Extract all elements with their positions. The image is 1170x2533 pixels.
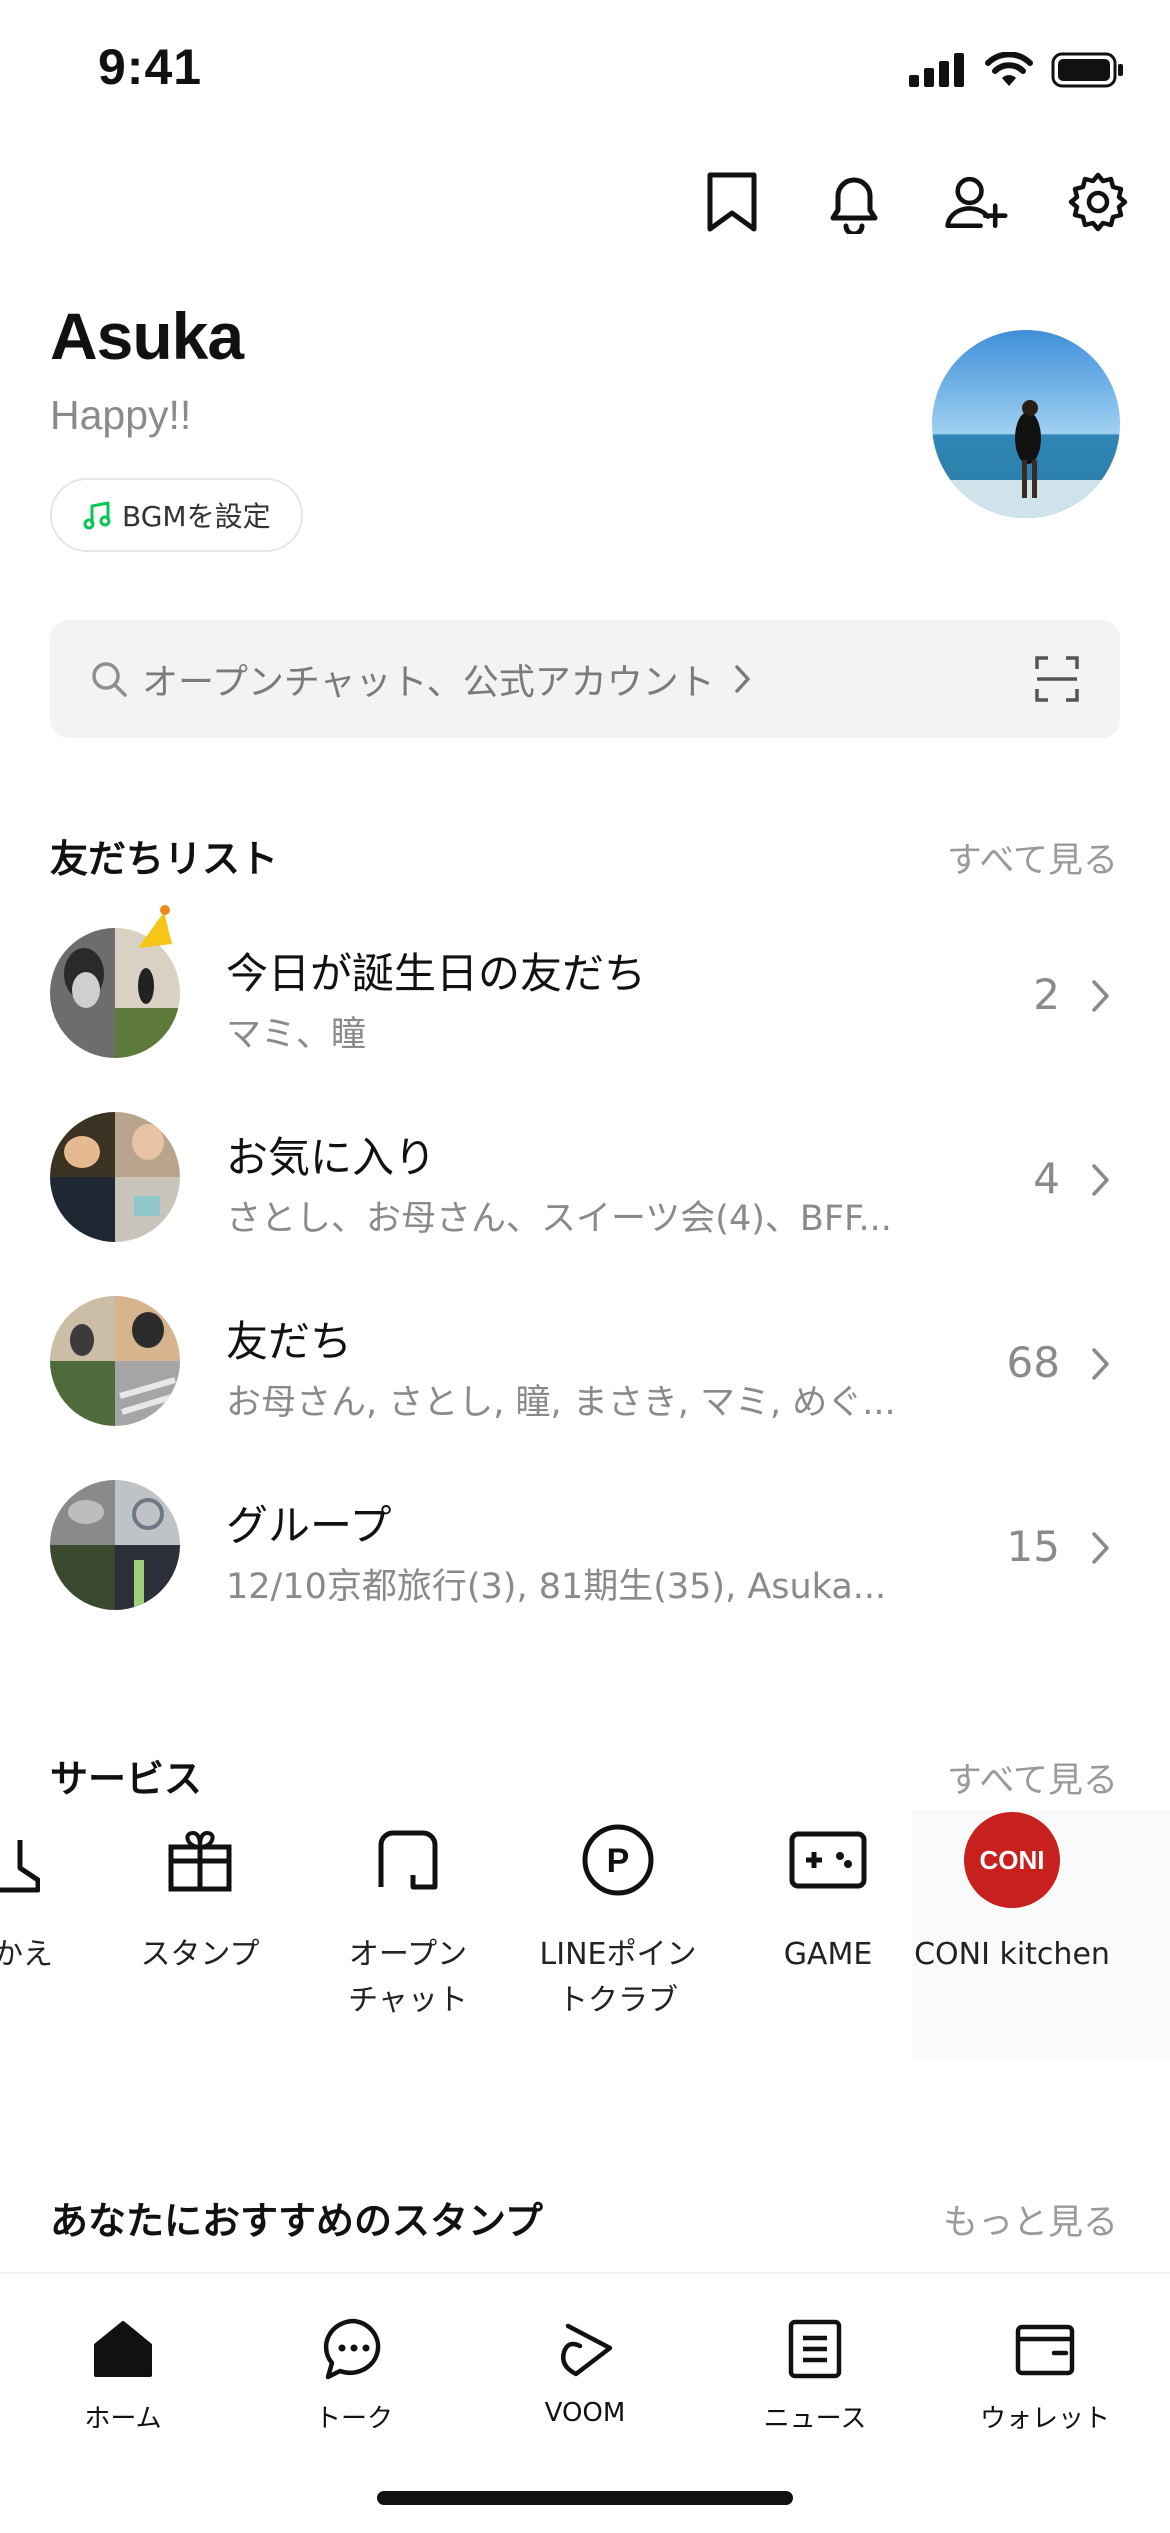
service-item-stamp[interactable]: スタンプ — [95, 1810, 305, 1978]
home-screen: 9:41 Asuka Happy!! BGMを設定 オープンチャット、公式アカウ… — [0, 0, 1170, 2533]
battery-icon — [1051, 52, 1123, 88]
game-controller-icon — [789, 1831, 867, 1889]
service-label-line: LINEポイン — [539, 1937, 697, 1972]
friend-row-count: 2 — [1033, 970, 1060, 1019]
tab-label: トーク — [314, 2404, 393, 2434]
friends-thumbnail — [50, 1296, 180, 1426]
home-icon — [94, 2321, 152, 2377]
service-label: GAME — [783, 1937, 873, 1972]
service-item-line-points[interactable]: P LINEポイン トクラブ — [513, 1810, 723, 2024]
search-placeholder: オープンチャット、公式アカウント — [142, 662, 715, 703]
tab-wallet[interactable]: ウォレット — [928, 2314, 1162, 2435]
friend-row-subtitle: さとし、お母さん、スイーツ会(4)、BFF... — [226, 1199, 892, 1239]
service-item-openchat[interactable]: オープン チャット — [303, 1810, 513, 2024]
friends-section-title: 友だちリスト — [50, 837, 279, 881]
svg-text:P: P — [607, 1842, 630, 1880]
service-label: LINEポイン トクラブ — [513, 1932, 723, 2024]
friend-row-friends[interactable]: 友だち お母さん, さとし, 瞳, まさき, マミ, めぐ... 68 — [50, 1296, 1120, 1426]
friend-row-favorites[interactable]: お気に入り さとし、お母さん、スイーツ会(4)、BFF... 4 — [50, 1112, 1120, 1242]
gift-icon — [168, 1830, 232, 1892]
chevron-right-icon — [1092, 980, 1109, 1012]
tab-news[interactable]: ニュース — [698, 2314, 932, 2435]
friend-row-birthday[interactable]: 今日が誕生日の友だち マミ、瞳 2 — [50, 905, 1120, 1058]
coni-logo: CONI — [964, 1812, 1060, 1908]
bookmark-icon — [707, 172, 757, 232]
bgm-button[interactable]: BGMを設定 — [50, 478, 303, 552]
add-friend-icon — [945, 176, 1008, 229]
service-label: オープン チャット — [303, 1932, 513, 2024]
settings-button[interactable] — [1066, 170, 1130, 234]
recommended-see-more-link[interactable]: もっと見る — [943, 2194, 1118, 2245]
service-item-game[interactable]: GAME — [723, 1810, 933, 1978]
chevron-right-icon — [735, 665, 750, 693]
service-label: CONI kitchen — [914, 1937, 1110, 1972]
friend-row-subtitle: マミ、瞳 — [226, 1015, 367, 1055]
service-label-line: チャット — [348, 1983, 468, 2018]
bookmark-button[interactable] — [700, 170, 764, 234]
services-section-title: サービス — [50, 1757, 203, 1801]
status-time: 9:41 — [98, 39, 203, 95]
add-friend-button[interactable] — [944, 170, 1008, 234]
friend-row-title: 今日が誕生日の友だち — [226, 949, 647, 998]
status-bar: 9:41 — [0, 0, 1170, 140]
gear-icon — [1068, 172, 1128, 232]
friend-row-groups[interactable]: グループ 12/10京都旅行(3), 81期生(35), Asuka... 15 — [50, 1480, 1120, 1610]
tab-label: ウォレット — [979, 2404, 1110, 2434]
status-icons — [909, 52, 1125, 88]
chevron-right-icon — [1092, 1164, 1109, 1196]
points-icon: P — [582, 1824, 654, 1896]
tab-label: ニュース — [763, 2404, 867, 2434]
music-note-icon — [83, 501, 111, 530]
friend-row-count: 4 — [1033, 1154, 1060, 1203]
chat-icon — [323, 2318, 381, 2380]
service-label: かえ — [0, 1937, 53, 1972]
friend-row-title: 友だち — [226, 1317, 353, 1366]
tab-label: VOOM — [544, 2398, 626, 2428]
news-icon — [788, 2319, 842, 2379]
friend-row-subtitle: 12/10京都旅行(3), 81期生(35), Asuka... — [226, 1567, 887, 1607]
tab-label: ホーム — [84, 2404, 162, 2434]
qr-scan-icon[interactable] — [1034, 655, 1080, 703]
tab-home[interactable]: ホーム — [6, 2314, 240, 2435]
chevron-right-icon — [1092, 1348, 1109, 1380]
notifications-button[interactable] — [822, 170, 886, 234]
profile-status-message[interactable]: Happy!! — [50, 392, 191, 439]
wallet-icon — [1015, 2324, 1075, 2376]
service-label: スタンプ — [140, 1937, 260, 1972]
tab-talk[interactable]: トーク — [237, 2314, 471, 2435]
service-label-line: オープン — [348, 1937, 468, 1972]
openchat-icon — [378, 1830, 438, 1890]
profile-name[interactable]: Asuka — [50, 298, 244, 374]
avatar[interactable] — [932, 330, 1120, 518]
wifi-icon — [985, 52, 1033, 86]
voom-icon — [561, 2323, 613, 2377]
service-item-partial[interactable]: かえ — [0, 1810, 105, 1978]
header-actions — [700, 170, 1130, 234]
tab-voom[interactable]: VOOM — [468, 2314, 702, 2428]
bgm-button-label: BGMを設定 — [122, 500, 271, 533]
friend-row-count: 68 — [1006, 1338, 1060, 1387]
search-bar[interactable]: オープンチャット、公式アカウント — [50, 620, 1120, 738]
friend-row-subtitle: お母さん, さとし, 瞳, まさき, マミ, めぐ... — [226, 1383, 896, 1423]
services-carousel[interactable]: かえ スタンプ オープン チャット P LINEポイン トクラブ GAME CO… — [0, 1810, 1170, 2070]
service-item-coni-kitchen[interactable]: CONI CONI kitchen — [907, 1810, 1117, 1978]
home-indicator[interactable] — [377, 2491, 793, 2505]
friend-row-count: 15 — [1006, 1522, 1060, 1571]
recommended-section-title: あなたにおすすめのスタンプ — [50, 2199, 543, 2243]
groups-thumbnail — [50, 1480, 180, 1610]
partial-icon — [0, 1840, 40, 1893]
avatar-photo — [932, 330, 1120, 518]
chevron-right-icon — [1092, 1532, 1109, 1564]
friend-row-title: グループ — [226, 1501, 392, 1550]
friends-see-all-link[interactable]: すべて見る — [947, 832, 1118, 883]
favorites-thumbnail — [50, 1112, 180, 1242]
bell-icon — [830, 177, 878, 234]
service-label-line: トクラブ — [558, 1983, 678, 2018]
friend-row-title: お気に入り — [226, 1133, 437, 1182]
services-see-all-link[interactable]: すべて見る — [947, 1752, 1118, 1803]
signal-icon — [909, 53, 964, 87]
party-hat-icon — [138, 905, 172, 948]
search-icon — [92, 662, 127, 697]
